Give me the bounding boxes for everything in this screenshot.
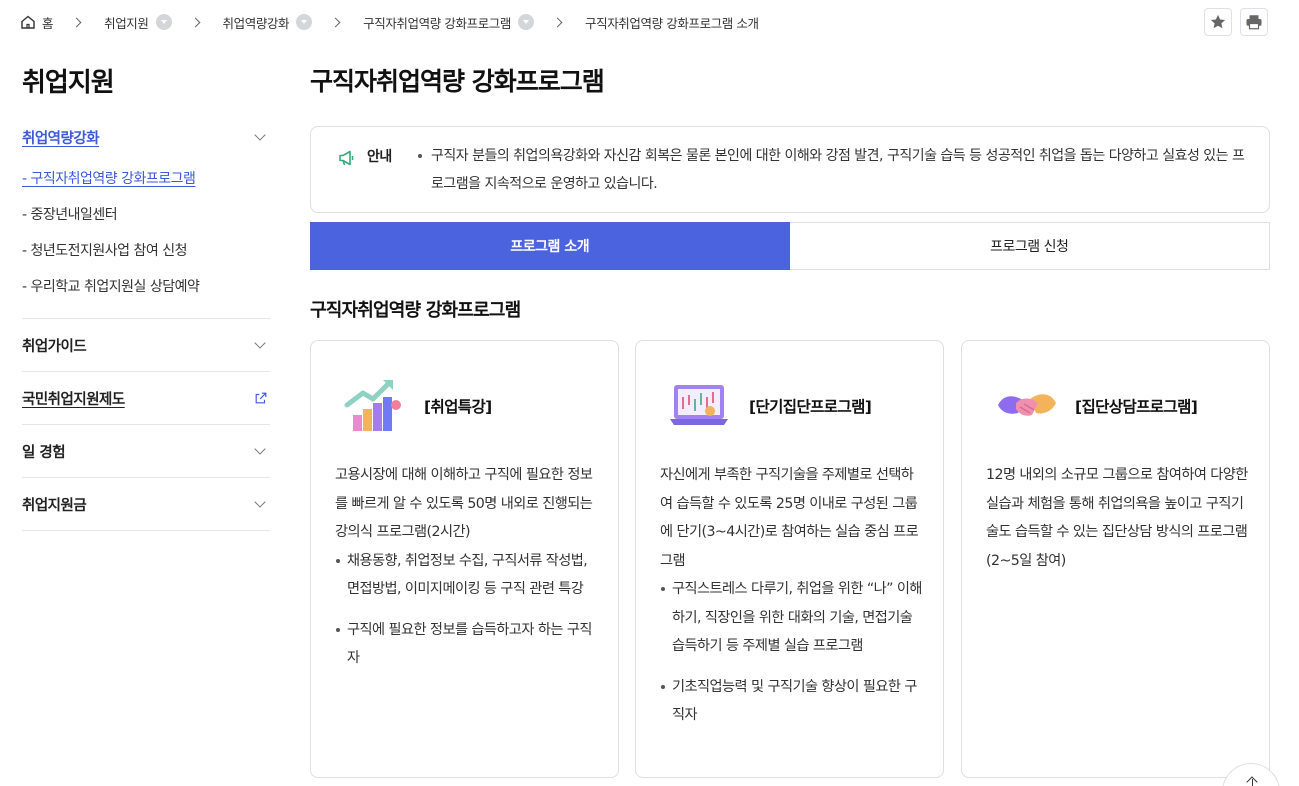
chevron-down-icon [254,337,266,349]
chevron-down-icon[interactable] [518,14,534,30]
card-description: 자신에게 부족한 구직기술을 주제별로 선택하여 습득할 수 있도록 25명 이… [660,467,919,569]
bullet [418,154,422,158]
chevron-right-icon [71,17,82,27]
sidebar-subitem-youth-challenge[interactable]: - 청년도전지원사업 참여 신청 [22,232,270,268]
card-body: 고용시장에 대해 이해하고 구직에 필요한 정보를 빠르게 알 수 있도록 50… [335,461,599,685]
section-title: 구직자취업역량 강화프로그램 [310,300,521,321]
sidebar-item-national-support[interactable]: 국민취업지원제도 [22,372,270,424]
list-item: 구직에 필요한 정보를 습득하고자 하는 구직자 [335,616,599,673]
notice-label: 안내 [367,149,392,165]
chevron-down-icon[interactable] [155,14,172,30]
breadcrumb-current: 구직자취업역량 강화프로그램 소개 [585,13,759,32]
chevron-down-icon [254,443,266,455]
sidebar-item-label: 취업가이드 [22,338,87,355]
chevron-down-icon[interactable] [296,14,313,30]
notice-box: 안내 구직자 분들의 취업의욕강화와 자신감 회복은 물론 본인에 대한 이해와… [310,126,1270,213]
handshake-icon [998,394,1056,416]
list-item: 기초직업능력 및 구직기술 향상이 필요한 구직자 [660,673,924,730]
chevron-right-icon [190,17,200,27]
card-title: [단기집단프로그램] [749,398,872,416]
megaphone-icon [339,150,354,166]
tab-bar: 프로그램 소개 프로그램 신청 [310,222,1270,270]
breadcrumb-label: 취업지원 [104,15,149,31]
breadcrumb-label: 구직자취업역량 강화프로그램 [363,15,511,31]
tab-program-apply[interactable]: 프로그램 신청 [790,223,1270,269]
notice-text: 구직자 분들의 취업의욕강화와 자신감 회복은 물론 본인에 대한 이해와 강점… [431,148,1245,192]
sidebar-title: 취업지원 [22,68,115,98]
sidebar-group-work-experience: 일 경험 [22,425,270,478]
star-icon [1210,14,1226,29]
breadcrumb-label: 구직자취업역량 강화프로그램 소개 [585,15,759,31]
breadcrumb-home-label: 홈 [42,15,54,31]
sidebar-subitem-label: - 중장년내일센터 [22,207,118,223]
card-bullet-list: 채용동향, 취업정보 수집, 구직서류 작성법, 면접방법, 이미지메이킹 등 … [335,547,599,673]
card-body: 자신에게 부족한 구직기술을 주제별로 선택하여 습득할 수 있도록 25명 이… [660,461,924,742]
card-title: [집단상담프로그램] [1075,398,1198,416]
breadcrumb-item[interactable]: 구직자취업역량 강화프로그램 [363,13,534,32]
laptop-chart-icon [670,385,728,425]
tab-program-intro[interactable]: 프로그램 소개 [310,222,790,270]
page-tools [1204,8,1268,36]
sidebar-group-guide: 취업가이드 [22,319,270,372]
favorite-button[interactable] [1204,8,1232,36]
sidebar-item-label: 취업역량강화 [22,130,100,147]
sidebar-item-label: 일 경험 [22,444,66,461]
sidebar: 취업역량강화 - 구직자취업역량 강화프로그램 - 중장년내일센터 - 청년도전… [22,118,270,531]
program-card-lecture: [취업특강] 고용시장에 대해 이해하고 구직에 필요한 정보를 빠르게 알 수… [310,340,619,778]
breadcrumb-label: 취업역량강화 [222,15,290,31]
card-body: 12명 내외의 소규모 그룹으로 참여하여 다양한 실습과 체험을 통해 취업의… [986,461,1250,575]
card-description: 12명 내외의 소규모 그룹으로 참여하여 다양한 실습과 체험을 통해 취업의… [986,467,1248,569]
breadcrumb: 홈 취업지원 취업역량강화 구직자취업역량 강화프로그램 구직자취업역량 강화프… [20,0,759,44]
sidebar-subitem-program[interactable]: - 구직자취업역량 강화프로그램 [22,160,270,196]
breadcrumb-item[interactable]: 취업지원 [104,13,172,32]
chevron-right-icon [552,17,563,27]
sidebar-subitem-label: - 구직자취업역량 강화프로그램 [22,171,196,187]
program-card-short-group: [단기집단프로그램] 자신에게 부족한 구직기술을 주제별로 선택하여 습득할 … [635,340,944,778]
card-title: [취업특강] [424,398,492,416]
chevron-down-icon [254,496,266,508]
list-item: 구직스트레스 다루기, 취업을 위한 “나” 이해하기, 직장인을 위한 대화의… [660,575,924,661]
sidebar-submenu: - 구직자취업역량 강화프로그램 - 중장년내일센터 - 청년도전지원사업 참여… [22,156,270,318]
sidebar-item-label: 취업지원금 [22,497,87,514]
sidebar-item-label: 국민취업지원제도 [22,391,125,408]
sidebar-subitem-label: - 청년도전지원사업 참여 신청 [22,243,187,259]
sidebar-item-employment-capacity[interactable]: 취업역량강화 [22,118,270,156]
chevron-down-icon [254,129,266,141]
sidebar-item-work-experience[interactable]: 일 경험 [22,425,270,477]
chevron-right-icon [330,17,341,27]
breadcrumb-item[interactable]: 취업역량강화 [223,13,313,32]
sidebar-subitem-label: - 우리학교 취업지원실 상담예약 [22,279,200,295]
page-title: 구직자취업역량 강화프로그램 [310,67,605,96]
sidebar-group-subsidy: 취업지원금 [22,478,270,531]
card-description: 고용시장에 대해 이해하고 구직에 필요한 정보를 빠르게 알 수 있도록 50… [335,467,593,540]
list-item: 채용동향, 취업정보 수집, 구직서류 작성법, 면접방법, 이미지메이킹 등 … [335,547,599,604]
sidebar-subitem-school-consult[interactable]: - 우리학교 취업지원실 상담예약 [22,268,270,304]
sidebar-subitem-midcareer-center[interactable]: - 중장년내일센터 [22,196,270,232]
growth-chart-icon [344,380,401,431]
sidebar-group-employment-capacity: 취업역량강화 - 구직자취업역량 강화프로그램 - 중장년내일센터 - 청년도전… [22,118,270,319]
sidebar-item-subsidy[interactable]: 취업지원금 [22,478,270,530]
breadcrumb-home[interactable]: 홈 [20,13,54,32]
card-bullet-list: 구직스트레스 다루기, 취업을 위한 “나” 이해하기, 직장인을 위한 대화의… [660,575,924,730]
print-icon [1246,15,1262,30]
program-card-group-counseling: [집단상담프로그램] 12명 내외의 소규모 그룹으로 참여하여 다양한 실습과… [961,340,1270,778]
arrow-up-stem [1251,779,1253,786]
home-icon [21,15,35,29]
print-button[interactable] [1240,8,1268,36]
external-link-icon [255,392,267,404]
sidebar-item-guide[interactable]: 취업가이드 [22,319,270,371]
sidebar-group-national-support: 국민취업지원제도 [22,372,270,425]
